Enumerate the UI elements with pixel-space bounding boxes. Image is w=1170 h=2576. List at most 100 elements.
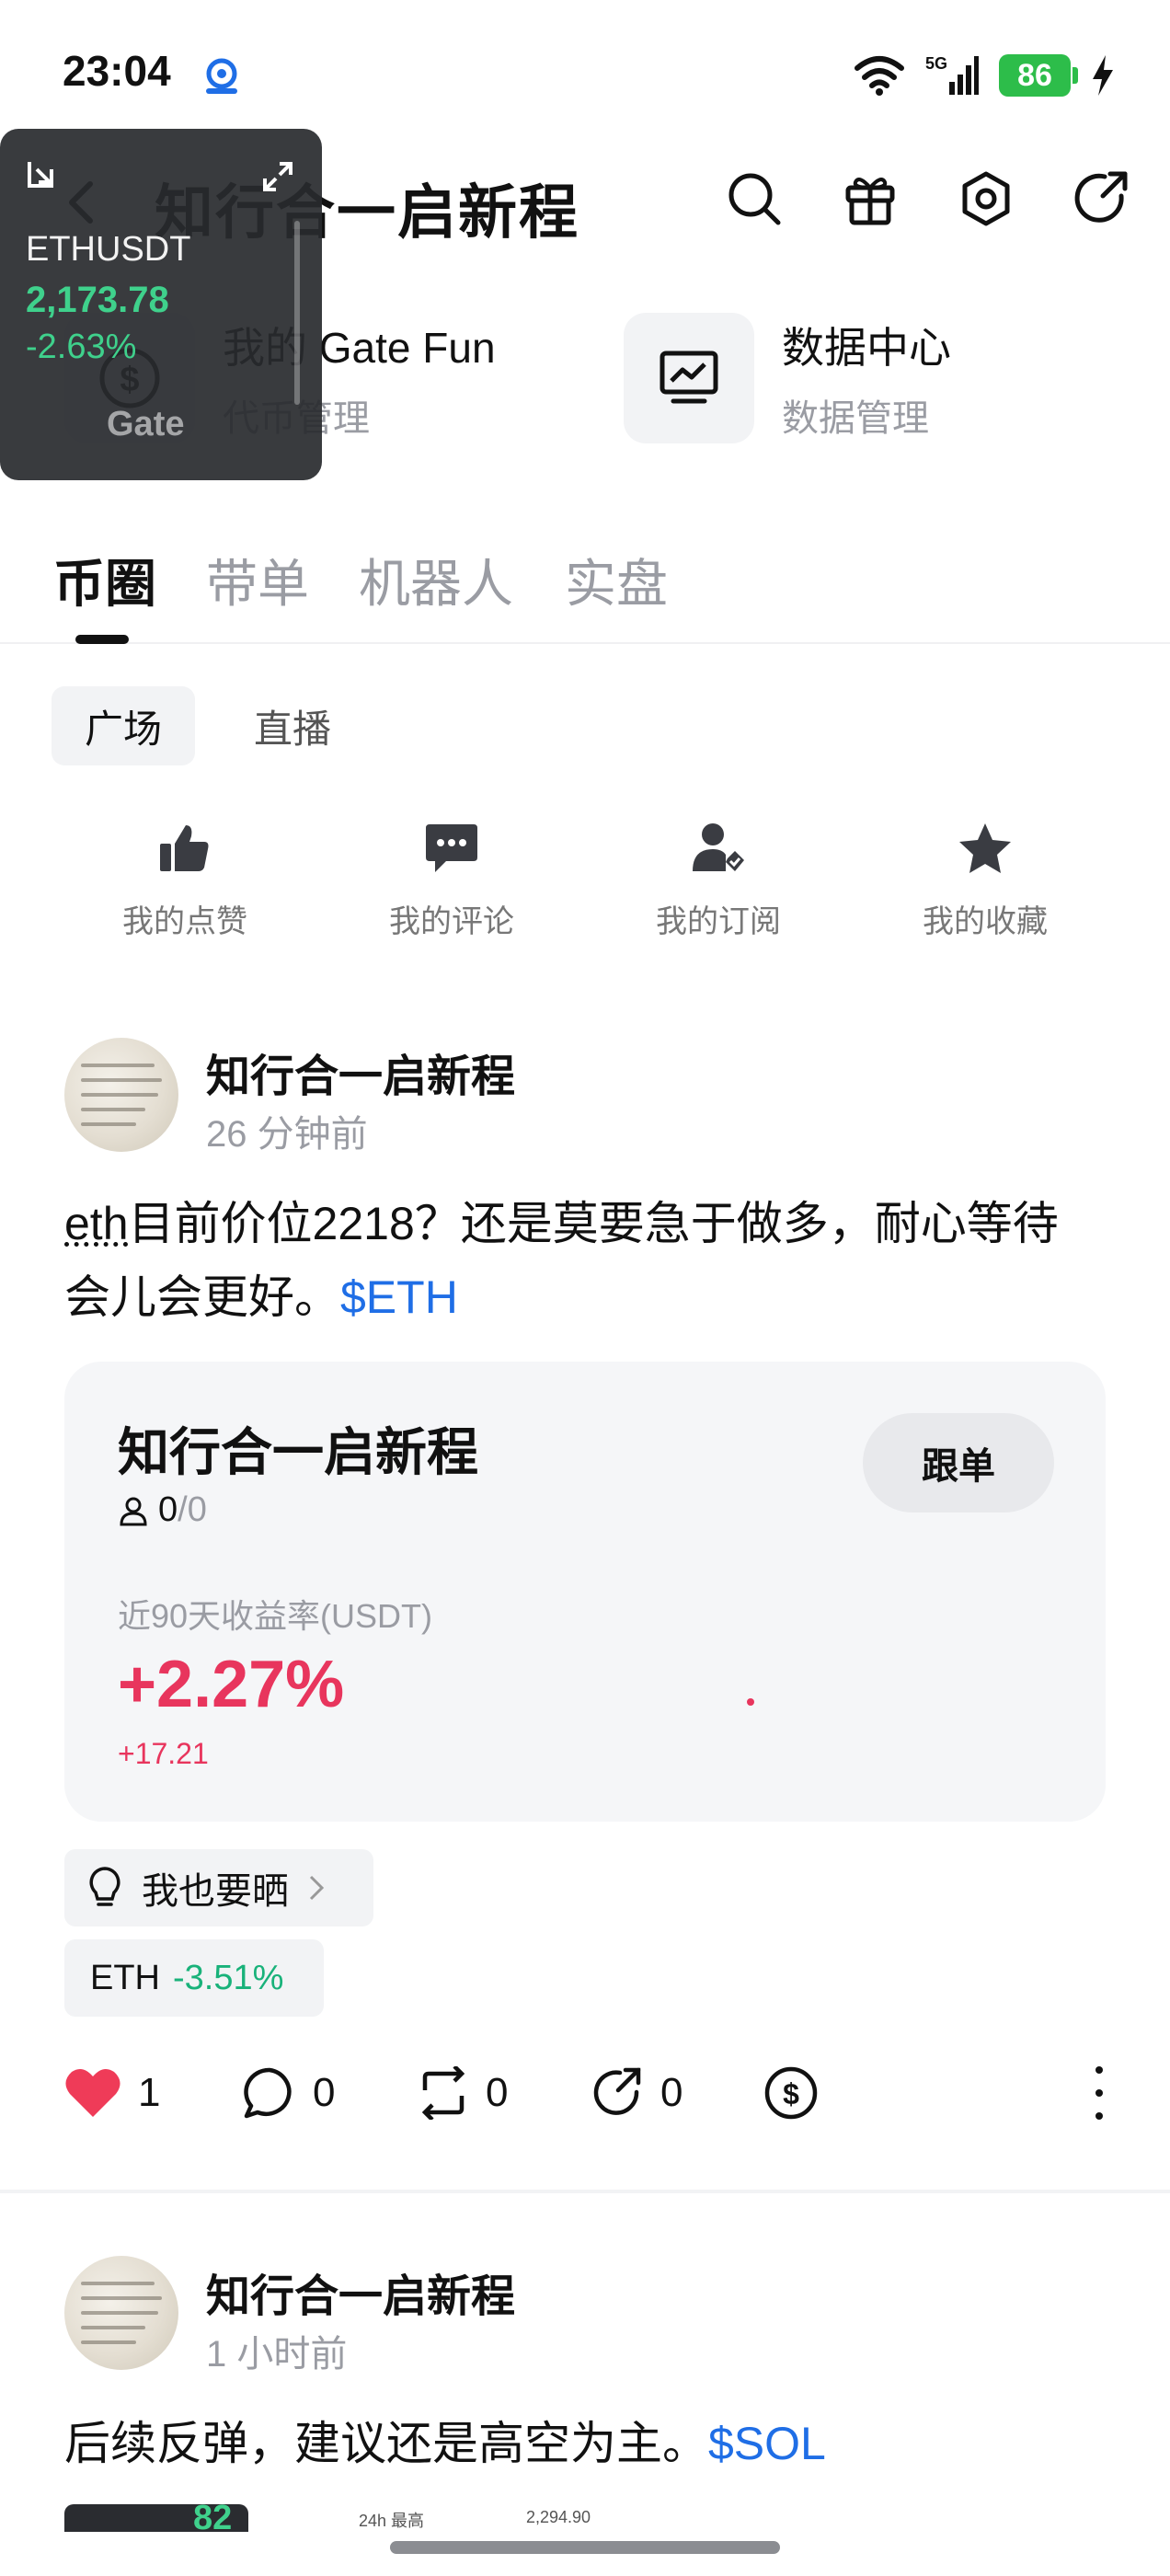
post-text: eth目前价位2218？还是莫要急于做多，耐心等待会儿会更好。$ETH [64, 1187, 1104, 1334]
share-arrow-icon [593, 2067, 641, 2115]
widget-change: -2.63% [26, 328, 137, 366]
settings-button[interactable] [955, 167, 1017, 230]
tab-copy-trading[interactable]: 带单 [206, 543, 309, 617]
coin-tag-link[interactable]: $SOL [708, 2418, 826, 2469]
search-icon [728, 173, 781, 225]
post-text-keyword: eth [64, 1198, 129, 1249]
comment-count: 0 [313, 2070, 336, 2115]
person-icon [120, 1497, 147, 1525]
post-image-preview[interactable]: 82 24h 最高 2,294.90 [64, 2504, 616, 2532]
shortcut-title: 数据中心 [782, 324, 951, 372]
tab-live-trading[interactable]: 实盘 [565, 543, 668, 617]
status-bar: 23:04 5G 86 [0, 0, 1170, 147]
gift-icon [845, 178, 895, 225]
sub-tab-bar: 广场 直播 [52, 686, 364, 765]
my-subscriptions-button[interactable]: 我的订阅 [585, 819, 852, 948]
post-text-body: 后续反弹，建议还是高空为主。 [64, 2418, 708, 2469]
collapse-icon[interactable] [26, 158, 59, 191]
show-off-label: 我也要晒 [142, 1871, 289, 1912]
qa-label: 我的评论 [389, 904, 514, 939]
sparkline-point [747, 1698, 754, 1706]
monitor-chart-icon [660, 351, 718, 404]
post-time: 26 分钟前 [206, 1114, 368, 1155]
expand-icon[interactable] [261, 160, 294, 193]
trader-name: 知行合一启新程 [118, 1423, 478, 1481]
svg-text:5G: 5G [925, 54, 947, 73]
status-time: 23:04 [63, 47, 171, 95]
like-button[interactable]: 1 [64, 2052, 160, 2134]
my-comments-button[interactable]: 我的评论 [318, 819, 585, 948]
chevron-right-icon [309, 1875, 325, 1901]
yield-value: +2.27% [118, 1648, 345, 1721]
post-text-body: 目前价位2218？还是莫要急于做多，耐心等待会儿会更好。 [64, 1198, 1059, 1323]
coin-tag-link[interactable]: $ETH [340, 1271, 458, 1323]
active-tab-indicator [75, 635, 129, 644]
wifi-icon [855, 56, 904, 96]
post-text: 后续反弹，建议还是高空为主。$SOL [64, 2407, 1104, 2480]
gate-logo: Gate [107, 405, 185, 443]
more-options-button[interactable] [1085, 2061, 1113, 2125]
post-author[interactable]: 知行合一启新程 [206, 2260, 515, 2324]
widget-pair: ETHUSDT [26, 230, 191, 269]
comment-button[interactable]: 0 [243, 2052, 335, 2134]
follow-trade-button[interactable]: 跟单 [863, 1413, 1054, 1512]
copy-trade-card[interactable]: 知行合一启新程 跟单 0/0 近90天收益率(USDT) +2.27% +17.… [64, 1362, 1106, 1822]
dot [1095, 2066, 1103, 2074]
comment-bubble-icon [244, 2067, 292, 2119]
gate-app-icon [206, 58, 237, 94]
subtab-square[interactable]: 广场 [52, 686, 196, 765]
yield-label: 近90天收益率(USDT) [118, 1597, 433, 1635]
tab-bots[interactable]: 机器人 [359, 543, 513, 617]
home-indicator[interactable] [390, 2541, 780, 2554]
share-button[interactable] [1071, 167, 1133, 230]
repost-button[interactable]: 0 [418, 2052, 508, 2134]
coin-change: -3.51% [173, 1958, 284, 1997]
preview-price: 82 [193, 2504, 233, 2532]
followers-max: /0 [178, 1490, 207, 1529]
show-off-button[interactable]: 我也要晒 [64, 1849, 373, 1926]
main-tab-bar: 币圈 带单 机器人 实盘 [0, 534, 1170, 644]
thumbs-up-icon [160, 825, 209, 871]
gift-button[interactable] [839, 167, 901, 230]
my-favorites-button[interactable]: 我的收藏 [852, 819, 1118, 948]
post-actions: 1 0 0 0 $ [64, 2052, 1113, 2134]
heart-icon [65, 2068, 120, 2117]
qa-label: 我的订阅 [656, 904, 781, 939]
like-count: 1 [138, 2070, 161, 2115]
followers-current: 0 [158, 1490, 178, 1529]
quick-actions: 我的点赞 我的评论 我的订阅 我的收藏 [52, 819, 1118, 948]
lightbulb-icon [89, 1867, 120, 1906]
share-post-button[interactable]: 0 [591, 2052, 682, 2134]
dot [1095, 2089, 1103, 2097]
comment-icon [426, 824, 477, 872]
follower-count: 0/0 [118, 1490, 207, 1530]
preview-label: 24h 最高 [359, 2512, 425, 2530]
widget-price: 2,173.78 [26, 280, 169, 320]
star-icon [959, 823, 1011, 873]
user-check-icon [693, 823, 744, 871]
svg-text:$: $ [783, 2077, 799, 2110]
floating-price-widget[interactable]: ETHUSDT 2,173.78 -2.63% Gate [0, 129, 322, 480]
repost-count: 0 [486, 2070, 509, 2115]
preview-value: 2,294.90 [526, 2508, 591, 2526]
avatar[interactable] [64, 1038, 178, 1152]
dot [1095, 2112, 1103, 2120]
avatar[interactable] [64, 2256, 178, 2370]
preview-dark-panel: 82 [64, 2504, 248, 2532]
tip-button[interactable]: $ [763, 2052, 819, 2134]
tab-coin-circle[interactable]: 币圈 [53, 543, 156, 617]
post-time: 1 小时前 [206, 2334, 348, 2375]
widget-scrollbar [294, 221, 300, 405]
dollar-coin-icon: $ [764, 2066, 818, 2120]
repost-icon [421, 2066, 465, 2120]
chart-icon-box [624, 313, 754, 443]
subtab-live[interactable]: 直播 [221, 686, 364, 765]
search-button[interactable] [723, 167, 786, 230]
my-likes-button[interactable]: 我的点赞 [52, 819, 318, 948]
data-center-shortcut[interactable]: 数据中心 数据管理 [624, 313, 951, 443]
absolute-gain: +17.21 [118, 1737, 209, 1770]
cellular-signal-icon: 5G [925, 54, 979, 95]
coin-chip[interactable]: ETH -3.51% [64, 1939, 324, 2017]
post-author[interactable]: 知行合一启新程 [206, 1040, 515, 1104]
qa-label: 我的点赞 [122, 904, 247, 939]
